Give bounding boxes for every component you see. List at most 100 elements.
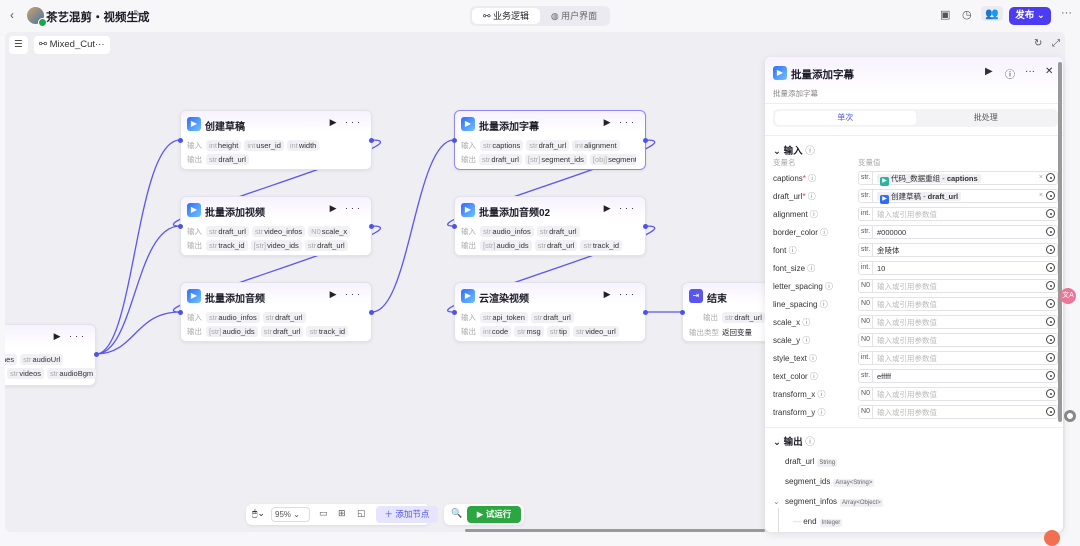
param-value[interactable]: #000000: [877, 227, 906, 238]
more-icon[interactable]: ···: [1025, 66, 1035, 77]
output-port[interactable]: [643, 138, 648, 143]
tab-batch[interactable]: 批处理: [916, 111, 1057, 125]
variable-ref-icon[interactable]: [1046, 389, 1055, 398]
output-section-header[interactable]: ⌄ 输出 ⓘ: [773, 434, 815, 448]
node-actions[interactable]: ▶ ···: [604, 117, 637, 128]
node-actions[interactable]: ▶ ···: [604, 289, 637, 300]
assistant-icon[interactable]: [1064, 410, 1076, 422]
input-port[interactable]: [452, 138, 457, 143]
variable-ref-icon[interactable]: [1046, 371, 1055, 380]
param-input[interactable]: N0 输入或引用参数值: [858, 405, 1058, 419]
zoom-select[interactable]: 95% ⌄: [271, 507, 310, 522]
variable-ref-icon[interactable]: [1046, 173, 1055, 182]
add-node-button[interactable]: ＋ 添加节点: [376, 506, 438, 523]
mouse-mode-icon[interactable]: 🖱⌄: [252, 508, 265, 519]
param-placeholder[interactable]: 输入或引用参数值: [877, 299, 937, 310]
input-port[interactable]: [178, 224, 183, 229]
input-port[interactable]: [452, 310, 457, 315]
collaborators-icon[interactable]: 👥: [981, 6, 1003, 21]
edit-icon[interactable]: ✎: [133, 9, 141, 20]
variable-ref-icon[interactable]: [1046, 299, 1055, 308]
output-port[interactable]: [369, 310, 374, 315]
comment-icon[interactable]: ▭: [319, 508, 328, 519]
publish-button[interactable]: 发布 ⌄: [1009, 7, 1051, 25]
variable-ref-icon[interactable]: [1046, 407, 1055, 416]
variable-ref-icon[interactable]: [1046, 353, 1055, 362]
input-port[interactable]: [452, 224, 457, 229]
variable-ref-icon[interactable]: [1046, 281, 1055, 290]
variable-ref-icon[interactable]: [1046, 317, 1055, 326]
run-icon[interactable]: ▶: [985, 66, 993, 77]
node-add-audios[interactable]: ▶ 批量添加音频 ▶ ··· 输入 straudio_infos strdraft_…: [178, 282, 374, 342]
param-value[interactable]: efffff: [877, 371, 891, 382]
param-input[interactable]: N0 输入或引用参数值: [858, 387, 1058, 401]
variable-ref-icon[interactable]: [1046, 263, 1055, 272]
param-input[interactable]: str. #000000: [858, 225, 1058, 239]
param-placeholder[interactable]: 输入或引用参数值: [877, 335, 937, 346]
node-create-draft[interactable]: ▶ 创建草稿 ▶ ··· 输入 intheight intuser_id intwid…: [178, 110, 374, 170]
param-value[interactable]: 10: [877, 263, 885, 274]
help-icon[interactable]: ⓘ: [1005, 66, 1015, 81]
variable-ref-icon[interactable]: [1046, 209, 1055, 218]
input-section-header[interactable]: ⌄ 输入 ⓘ: [773, 143, 815, 157]
node-add-captions[interactable]: ▶ 批量添加字幕 ▶ ··· 输入 strcaptions strdraft_url…: [452, 110, 648, 170]
param-input[interactable]: N0 输入或引用参数值: [858, 315, 1058, 329]
param-placeholder[interactable]: 输入或引用参数值: [877, 281, 937, 292]
param-input[interactable]: N0 输入或引用参数值: [858, 279, 1058, 293]
tab-business-logic[interactable]: ⚯ 业务逻辑: [472, 8, 540, 24]
node-actions[interactable]: ▶ ···: [604, 203, 637, 214]
node-cloud-render[interactable]: ▶ 云渲染视频 ▶ ··· 输入 strapi_token strdraft_url…: [452, 282, 648, 342]
minimap-icon[interactable]: ◱: [357, 508, 366, 519]
clear-icon[interactable]: ×: [1039, 190, 1043, 202]
param-reference[interactable]: ▶ 创建草稿 - draft_url: [877, 191, 962, 204]
input-port[interactable]: [178, 310, 183, 315]
horizontal-scrollbar[interactable]: [465, 529, 765, 532]
param-input[interactable]: N0 输入或引用参数值: [858, 333, 1058, 347]
output-port[interactable]: [643, 224, 648, 229]
param-input[interactable]: int. 输入或引用参数值: [858, 351, 1058, 365]
input-port[interactable]: [680, 310, 685, 315]
param-placeholder[interactable]: 输入或引用参数值: [877, 389, 937, 400]
param-placeholder[interactable]: 输入或引用参数值: [877, 407, 937, 418]
param-input[interactable]: str. ▶ 代码_数据重组 - captions ×: [858, 171, 1058, 186]
node-actions[interactable]: ▶ ···: [330, 203, 363, 214]
param-input[interactable]: int. 10: [858, 261, 1058, 275]
output-port[interactable]: [369, 138, 374, 143]
history-icon[interactable]: ◷: [962, 8, 972, 21]
node-actions[interactable]: ▶ ···: [54, 331, 87, 342]
debug-icon[interactable]: 🔍: [451, 508, 462, 519]
back-icon[interactable]: ‹: [10, 8, 14, 22]
variable-ref-icon[interactable]: [1046, 227, 1055, 236]
mascot-icon[interactable]: [1044, 530, 1060, 546]
output-port[interactable]: [643, 310, 648, 315]
param-input[interactable]: str. ▶ 创建草稿 - draft_url ×: [858, 189, 1058, 204]
param-input[interactable]: int. 输入或引用参数值: [858, 207, 1058, 221]
param-input[interactable]: str. 金陵体: [858, 243, 1058, 257]
clear-icon[interactable]: ×: [1039, 172, 1043, 184]
node-actions[interactable]: ▶ ···: [330, 117, 363, 128]
param-input[interactable]: str. efffff: [858, 369, 1058, 383]
node-actions[interactable]: ▶ ···: [330, 289, 363, 300]
output-port[interactable]: [369, 224, 374, 229]
test-run-button[interactable]: ▶ 试运行: [467, 506, 521, 523]
tab-single[interactable]: 单次: [775, 111, 916, 125]
translate-icon[interactable]: 文A: [1060, 288, 1076, 304]
param-value[interactable]: 金陵体: [877, 245, 900, 256]
more-icon[interactable]: ···: [1061, 7, 1072, 19]
variable-ref-icon[interactable]: [1046, 191, 1055, 200]
variable-ref-icon[interactable]: [1046, 245, 1055, 254]
param-placeholder[interactable]: 输入或引用参数值: [877, 353, 937, 364]
param-reference[interactable]: ▶ 代码_数据重组 - captions: [877, 173, 981, 186]
param-placeholder[interactable]: 输入或引用参数值: [877, 317, 937, 328]
output-port[interactable]: [94, 352, 99, 357]
close-icon[interactable]: ✕: [1045, 66, 1053, 77]
param-input[interactable]: N0 输入或引用参数值: [858, 297, 1058, 311]
start-node[interactable]: ▶ ··· nesstraudioUrl strvideosstraudioBg…: [5, 324, 99, 386]
output-item[interactable]: ⌄ segment_infos Array<Object>: [773, 497, 883, 507]
panel-scrollbar[interactable]: [1058, 62, 1062, 422]
calendar-icon[interactable]: ▣: [940, 8, 950, 21]
variable-ref-icon[interactable]: [1046, 335, 1055, 344]
node-add-audios02[interactable]: ▶ 批量添加音频02 ▶ ··· 输入 straudio_infos strdraf…: [452, 196, 648, 256]
tab-user-interface[interactable]: ◍ 用户界面: [540, 8, 608, 24]
node-add-videos[interactable]: ▶ 批量添加视频 ▶ ··· 输入 strdraft_url strvideo_in…: [178, 196, 374, 256]
